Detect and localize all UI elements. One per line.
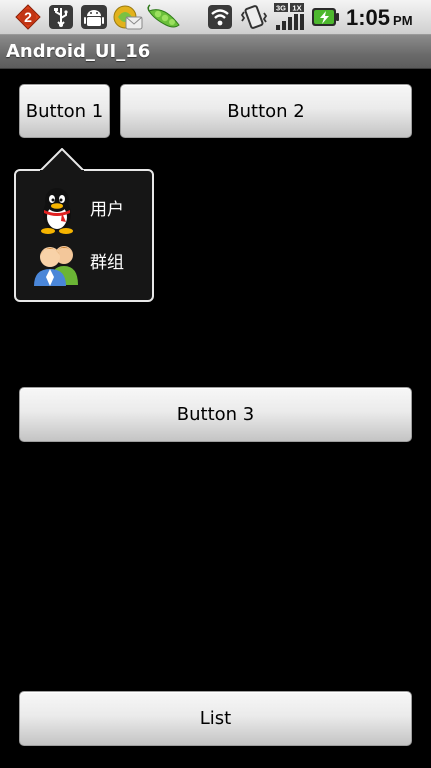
popup-arrow xyxy=(40,148,84,172)
notification-badge-icon[interactable]: 2 xyxy=(14,4,42,30)
popup-item-groups-label: 群组 xyxy=(90,253,124,273)
notification-count: 2 xyxy=(24,9,32,25)
title-bar: Android_UI_16 xyxy=(0,35,431,69)
popup-item-groups[interactable]: 群组 xyxy=(16,239,136,287)
svg-text:1X: 1X xyxy=(292,4,301,13)
signal-3g-icon: 3G 1X xyxy=(274,3,304,30)
button-3[interactable]: Button 3 xyxy=(19,387,412,442)
status-time-value: 1:05 xyxy=(346,5,391,30)
qq-penguin-icon xyxy=(41,188,73,234)
group-users-icon xyxy=(34,246,78,286)
popup-item-users[interactable]: 用户 xyxy=(16,186,136,234)
svg-text:3G: 3G xyxy=(276,4,286,13)
status-bar: 2 3G 1X 1:05 PM xyxy=(0,0,431,35)
android-debug-icon xyxy=(81,5,107,29)
usb-icon xyxy=(49,5,73,29)
status-time-ampm: PM xyxy=(393,13,413,28)
button-2[interactable]: Button 2 xyxy=(120,84,412,138)
status-time: 1:05 PM xyxy=(346,3,413,31)
pea-app-icon xyxy=(147,4,180,28)
vibrate-icon xyxy=(240,5,268,29)
market-update-icon xyxy=(113,5,143,30)
app-title: Android_UI_16 xyxy=(6,41,151,62)
button-1[interactable]: Button 1 xyxy=(19,84,110,138)
battery-charging-icon xyxy=(312,8,339,26)
list-button[interactable]: List xyxy=(19,691,412,746)
wifi-icon xyxy=(208,5,232,29)
popup-item-users-label: 用户 xyxy=(90,200,124,220)
